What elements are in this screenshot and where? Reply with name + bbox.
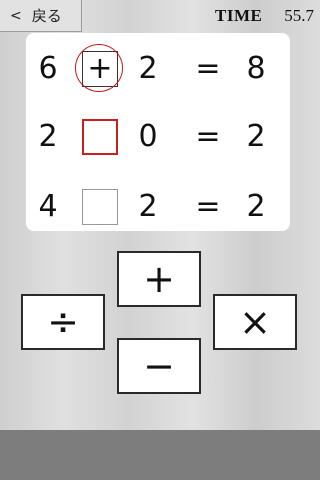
result: 8 — [246, 51, 266, 86]
right-operand: 2 — [138, 51, 158, 86]
equation-row: 2 0 = 2 — [26, 117, 290, 157]
right-operand: 2 — [138, 189, 158, 224]
equation-row: 6 + 2 = 8 — [26, 44, 290, 92]
chevron-left-icon: < — [10, 7, 22, 24]
equals-sign: = — [195, 119, 221, 154]
right-operand: 0 — [138, 119, 158, 154]
operator-slot-active[interactable] — [82, 119, 118, 155]
equals-sign: = — [195, 189, 221, 224]
plus-button[interactable]: + — [117, 251, 201, 307]
divide-button[interactable]: ÷ — [21, 294, 105, 350]
operator-symbol: + — [87, 51, 113, 86]
equation-row: 4 2 = 2 — [26, 187, 290, 227]
time-value: 55.7 — [284, 6, 314, 25]
time-label: TIME — [215, 6, 263, 25]
back-label: 戻る — [31, 8, 62, 25]
times-button[interactable]: × — [213, 294, 297, 350]
back-button[interactable]: < 戻る — [0, 0, 82, 32]
equals-sign: = — [195, 51, 221, 86]
left-operand: 2 — [38, 119, 58, 154]
result: 2 — [246, 119, 266, 154]
bottom-bar — [0, 430, 320, 480]
left-operand: 4 — [38, 189, 58, 224]
operator-slot[interactable] — [82, 189, 118, 225]
left-operand: 6 — [38, 51, 58, 86]
equation-panel: 6 + 2 = 8 2 0 = 2 4 2 = 2 — [26, 33, 290, 231]
minus-button[interactable]: − — [117, 338, 201, 394]
operator-slot[interactable]: + — [75, 44, 123, 92]
result: 2 — [246, 189, 266, 224]
